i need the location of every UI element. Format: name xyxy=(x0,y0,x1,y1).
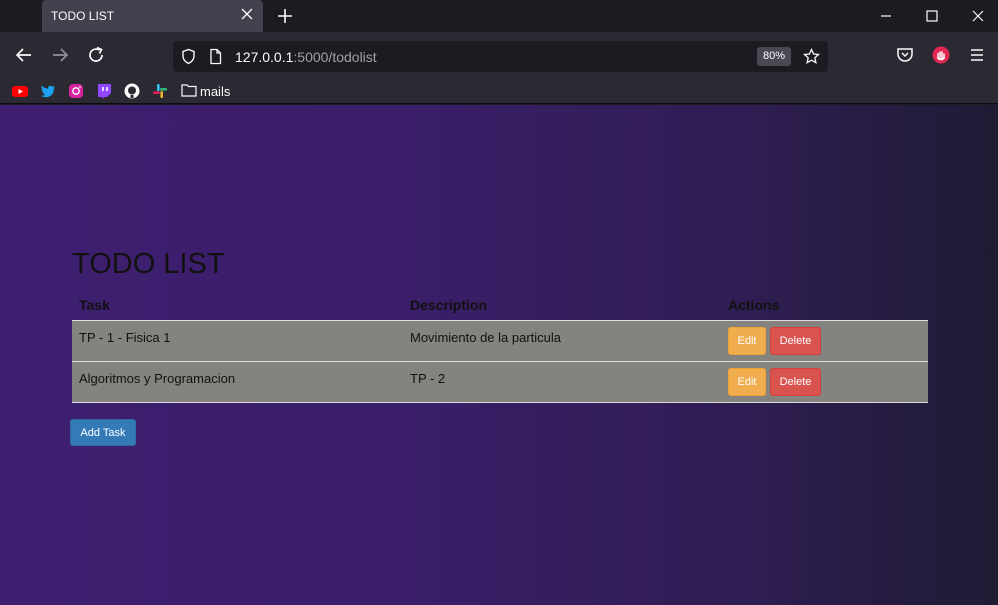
reload-icon[interactable] xyxy=(86,45,106,65)
delete-button[interactable]: Delete xyxy=(770,327,821,355)
menu-icon[interactable] xyxy=(967,45,987,65)
back-icon[interactable] xyxy=(14,45,34,65)
shield-icon[interactable] xyxy=(180,48,197,65)
header-description: Description xyxy=(410,297,488,313)
page-title: TODO LIST xyxy=(72,248,225,280)
instagram-icon[interactable] xyxy=(68,83,84,99)
bookmarks-bar: mails xyxy=(0,78,998,104)
edit-button[interactable]: Edit xyxy=(728,368,766,396)
url-path: :5000/todolist xyxy=(293,49,377,65)
folder-icon xyxy=(181,84,197,97)
task-cell: TP - 1 - Fisica 1 xyxy=(79,330,171,345)
twitter-icon[interactable] xyxy=(40,83,56,99)
url-text[interactable]: 127.0.0.1:5000/todolist xyxy=(235,49,377,65)
browser-titlebar: TODO LIST xyxy=(0,0,998,32)
bookmark-star-icon[interactable] xyxy=(803,48,820,65)
browser-navbar: 127.0.0.1:5000/todolist 80% xyxy=(0,32,998,78)
header-actions: Actions xyxy=(728,297,780,313)
task-cell: Algoritmos y Programacion xyxy=(79,371,236,386)
tab-title: TODO LIST xyxy=(51,9,115,23)
youtube-icon[interactable] xyxy=(12,83,28,99)
close-tab-icon[interactable] xyxy=(241,8,253,20)
slack-icon[interactable] xyxy=(152,83,168,99)
table-header: Task Description Actions xyxy=(72,293,928,321)
delete-button[interactable]: Delete xyxy=(770,368,821,396)
page-icon[interactable] xyxy=(207,48,224,65)
table-row: TP - 1 - Fisica 1 Movimiento de la parti… xyxy=(72,321,928,362)
bookmark-folder-label: mails xyxy=(200,84,231,99)
table-row: Algoritmos y Programacion TP - 2 Edit De… xyxy=(72,362,928,403)
new-tab-icon[interactable] xyxy=(276,7,294,25)
add-task-button[interactable]: Add Task xyxy=(70,419,136,446)
github-icon[interactable] xyxy=(124,83,140,99)
url-host: 127.0.0.1 xyxy=(235,49,294,65)
zoom-badge[interactable]: 80% xyxy=(757,47,791,66)
description-cell: TP - 2 xyxy=(410,371,446,386)
description-cell: Movimiento de la particula xyxy=(410,330,562,345)
header-task: Task xyxy=(79,297,110,313)
pocket-icon[interactable] xyxy=(895,45,915,65)
maximize-icon[interactable] xyxy=(922,6,942,26)
forward-icon[interactable] xyxy=(50,45,70,65)
browser-tab[interactable]: TODO LIST xyxy=(42,0,263,32)
url-bar[interactable]: 127.0.0.1:5000/todolist 80% xyxy=(173,41,828,72)
minimize-icon[interactable] xyxy=(876,6,896,26)
twitch-icon[interactable] xyxy=(96,83,112,99)
todo-table: Task Description Actions TP - 1 - Fisica… xyxy=(72,293,928,403)
ublock-icon[interactable] xyxy=(931,45,951,65)
page-content: TODO LIST Task Description Actions TP - … xyxy=(0,105,998,605)
edit-button[interactable]: Edit xyxy=(728,327,766,355)
close-window-icon[interactable] xyxy=(968,6,988,26)
